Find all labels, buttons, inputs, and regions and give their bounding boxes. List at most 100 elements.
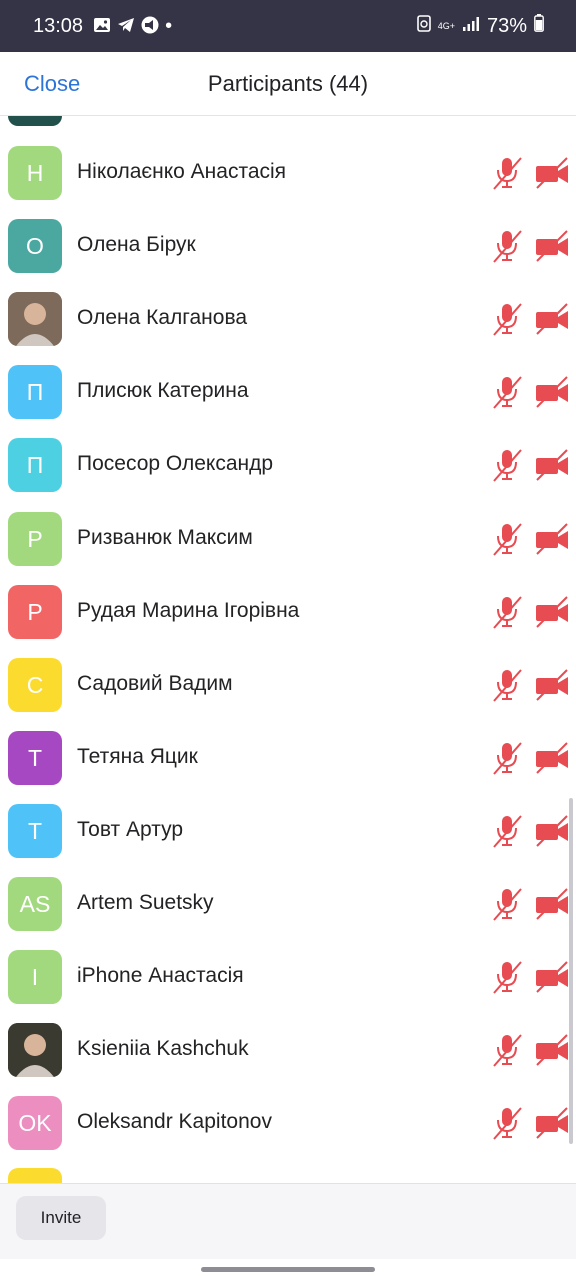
video-off-icon[interactable] [535,669,569,701]
invite-button[interactable]: Invite [16,1196,106,1240]
participant-row[interactable]: AS Artem Suetsky [0,875,576,948]
status-time: 13:08 [33,14,84,37]
network-type: 4G+ [437,20,455,31]
avatar: П [8,438,62,492]
participant-row[interactable]: С Садовий Вадим [0,656,576,729]
microphone-muted-icon[interactable] [491,1106,523,1140]
avatar: I [8,950,62,1004]
participant-row[interactable]: IiPhone Анастасія [0,948,576,1021]
participant-row[interactable]: Ksieniia Kashchuk [0,1021,576,1094]
avatar-initials: П [26,378,44,405]
avatar: С [8,658,62,712]
notification-dot: • [165,14,173,37]
participant-row[interactable]: Н Ніколаєнко Анастасія [0,144,576,217]
video-off-icon[interactable] [535,742,569,774]
battery-percent: 73% [486,14,527,37]
video-off-icon[interactable] [535,157,569,189]
participant-name: Artem Suetsky [77,891,214,914]
avatar-initials: Р [27,598,43,625]
video-off-icon[interactable] [535,376,569,408]
participant-row[interactable]: П Посесор Олександр [0,436,576,509]
avatar: Т [8,804,62,858]
telegram-icon [117,17,135,36]
microphone-muted-icon[interactable] [491,229,523,263]
participant-row[interactable]: Т Товт Артур [0,802,576,875]
participant-row[interactable]: Р Ризванюк Максим [0,510,576,583]
microphone-muted-icon[interactable] [491,814,523,848]
microphone-muted-icon[interactable] [491,448,523,482]
participant-name: Плисюк Катерина [77,379,249,402]
video-off-icon[interactable] [535,961,569,993]
participant-name: iPhone Анастасія [77,964,244,987]
participant-name: Посесор Олександр [77,452,274,475]
participant-row[interactable]: OK Oleksandr Kapitonov [0,1094,576,1167]
avatar-initials: П [26,451,44,478]
participant-list[interactable]: Н Ніколаєнко Анастасія О Олена Бірук Олена К… [0,116,576,1183]
participant-row[interactable]: Т Тетяна Яцик [0,729,576,802]
participant-name: Олена Калганова [77,306,248,329]
avatar: Р [8,512,62,566]
signal-icon [462,15,480,38]
microphone-muted-icon[interactable] [491,887,523,921]
participant-name: Садовий Вадим [77,672,233,695]
video-off-icon[interactable] [535,888,569,920]
participant-name: Ніколаєнко Анастасія [77,160,287,183]
video-off-icon[interactable] [535,1107,569,1139]
video-off-icon[interactable] [535,303,569,335]
microphone-muted-icon[interactable] [491,522,523,556]
recycle-icon [416,14,431,38]
video-off-icon[interactable] [535,523,569,555]
avatar: OK [8,1096,62,1150]
avatar-initials: Т [27,744,43,771]
page-title: Participants (44) [207,71,369,96]
participants-header: Close Participants (44) [0,52,576,116]
avatar-initials: О [26,232,44,259]
avatar [8,1023,62,1077]
avatar-initials: AS [19,890,51,917]
avatar: П [8,365,62,419]
avatar-initials: С [26,671,44,698]
microphone-muted-icon[interactable] [491,595,523,629]
participant-name: Тетяна Яцик [77,745,198,768]
status-bar: 13:08 • 4G+ 73% [0,0,576,52]
participant-name: Ksieniia Kashchuk [77,1037,249,1060]
microphone-muted-icon[interactable] [491,741,523,775]
avatar [8,116,62,126]
participant-row[interactable]: Р Рудая Марина Ігорівна [0,583,576,656]
microphone-muted-icon[interactable] [491,960,523,994]
participant-name: Oleksandr Kapitonov [77,1110,272,1133]
participant-name: Ризванюк Максим [77,526,253,549]
participant-row[interactable]: П Плисюк Катерина [0,363,576,436]
avatar-initials: Н [26,159,44,186]
microphone-muted-icon[interactable] [491,668,523,702]
avatar: Р [8,585,62,639]
avatar [8,292,62,346]
participant-name: Рудая Марина Ігорівна [77,599,300,622]
microphone-muted-icon[interactable] [491,302,523,336]
participant-row[interactable]: Олена Калганова [0,290,576,363]
avatar: О [8,219,62,273]
megaphone-icon [141,16,159,37]
video-off-icon[interactable] [535,596,569,628]
avatar-initials: I [31,963,39,990]
microphone-muted-icon[interactable] [491,156,523,190]
avatar: AS [8,877,62,931]
microphone-muted-icon[interactable] [491,1033,523,1067]
video-off-icon[interactable] [535,815,569,847]
microphone-muted-icon[interactable] [491,375,523,409]
avatar-initials: OK [18,1109,52,1136]
avatar-initials: Р [27,525,43,552]
video-off-icon[interactable] [535,230,569,262]
avatar: Н [8,146,62,200]
footer-bar: Invite [0,1183,576,1259]
video-off-icon[interactable] [535,1034,569,1066]
participant-row[interactable]: О Олена Бірук [0,217,576,290]
avatar [8,1168,62,1183]
avatar: Т [8,731,62,785]
home-indicator[interactable] [201,1267,375,1272]
video-off-icon[interactable] [535,449,569,481]
scrollbar[interactable] [569,798,573,1144]
gallery-icon [93,17,111,36]
participant-name: Товт Артур [77,818,184,841]
navigation-bar [0,1259,576,1280]
